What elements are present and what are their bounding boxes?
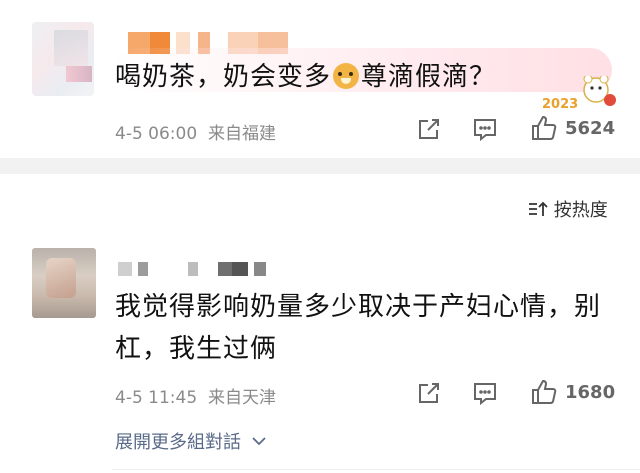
avatar[interactable] [32, 22, 94, 96]
comment-date: 4-5 11:45 [115, 388, 198, 408]
section-separator [0, 158, 640, 174]
divider [112, 469, 640, 470]
like-icon[interactable] [530, 114, 557, 140]
username-blurred[interactable] [118, 262, 268, 276]
comment-location: 来自天津 [207, 388, 276, 408]
like-count: 5624 [565, 118, 616, 139]
expand-conversation-link[interactable]: 展開更多組對話 [115, 428, 267, 454]
comment-location: 来自福建 [207, 124, 276, 144]
comment-meta: 4-5 11:45 来自天津 [115, 383, 276, 408]
doge-emoji-icon [333, 63, 360, 89]
expand-label: 展開更多組對話 [115, 432, 241, 453]
avatar[interactable] [32, 248, 96, 318]
comment-text: 我觉得影响奶量多少取决于产妇心情，别杠，我生过俩 [115, 292, 602, 364]
sort-icon [529, 201, 548, 216]
comment-icon[interactable] [472, 116, 498, 142]
badge-year: 2023 [542, 97, 578, 112]
2023-badge: 2023 [540, 74, 620, 112]
like-count: 1680 [565, 382, 616, 403]
sort-button[interactable]: 按热度 [528, 196, 608, 222]
comment-text: 喝奶茶，奶会变多 尊滴假滴？ [115, 62, 497, 92]
share-icon[interactable] [416, 116, 442, 142]
comment-icon[interactable] [472, 380, 498, 406]
comment-date: 4-5 06:00 [115, 124, 198, 144]
chevron-down-icon [252, 437, 266, 446]
comment-meta: 4-5 06:00 来自福建 [115, 119, 276, 144]
sort-label: 按热度 [553, 200, 608, 221]
share-icon[interactable] [416, 380, 442, 406]
like-icon[interactable] [530, 378, 557, 404]
